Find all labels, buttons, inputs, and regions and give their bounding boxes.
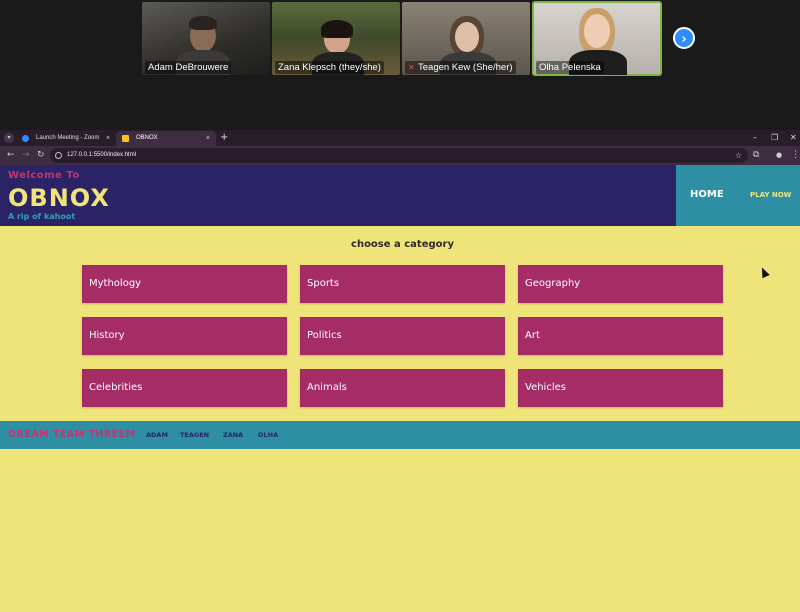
participant-tile-teagen[interactable]: ✕ Teagen Kew (She/her) [402, 2, 530, 75]
forward-icon[interactable]: → [22, 149, 30, 162]
participant-name: Adam DeBrouwere [145, 61, 232, 74]
address-bar-row: ← → ↻ 127.0.0.1:5500/index.html ☆ ⧉ ● ⋮ [0, 146, 800, 165]
tab-obnox[interactable]: OBNOX × [116, 131, 216, 146]
category-sports[interactable]: Sports [300, 265, 505, 303]
new-tab-button[interactable]: + [220, 131, 228, 145]
team-member: TEAGEN [180, 431, 210, 439]
url-text: 127.0.0.1:5500/index.html [67, 152, 137, 158]
tab-bar: ▾ Launch Meeting - Zoom × OBNOX × + – ❐ … [0, 130, 800, 146]
team-member: ZANA [223, 431, 244, 439]
nav-play-now-link[interactable]: PLAY NOW [750, 191, 791, 199]
profile-icon[interactable]: ● [776, 149, 782, 162]
obnox-favicon-icon [122, 135, 129, 142]
site-header: Welcome To OBNOX A rip of kahoot HOME PL… [0, 165, 800, 226]
category-heading: choose a category [351, 239, 454, 250]
back-icon[interactable]: ← [7, 149, 15, 162]
welcome-text: Welcome To [8, 170, 80, 181]
site-info-icon[interactable] [55, 152, 62, 159]
url-input[interactable]: 127.0.0.1:5500/index.html ☆ [50, 148, 748, 163]
close-tab-icon[interactable]: × [206, 131, 210, 146]
site-footer: DREAM TEAM THREEM ADAM TEAGEN ZANA OLHA [0, 421, 800, 449]
zoom-participant-strip: Adam DeBrouwere Zana Klepsch (they/she) … [0, 0, 800, 130]
minimize-icon[interactable]: – [753, 131, 757, 145]
extensions-icon[interactable]: ⧉ [753, 149, 759, 162]
participant-name: Zana Klepsch (they/she) [275, 61, 384, 74]
tab-zoom[interactable]: Launch Meeting - Zoom × [16, 131, 116, 146]
next-page-button[interactable]: › [673, 27, 695, 49]
obnox-page: Welcome To OBNOX A rip of kahoot HOME PL… [0, 165, 800, 612]
site-tagline: A rip of kahoot [8, 212, 76, 221]
zoom-favicon-icon [22, 135, 29, 142]
site-logo: OBNOX [8, 184, 110, 212]
team-member: OLHA [258, 431, 279, 439]
category-vehicles[interactable]: Vehicles [518, 369, 723, 407]
menu-icon[interactable]: ⋮ [791, 149, 800, 162]
browser-window: ▾ Launch Meeting - Zoom × OBNOX × + – ❐ … [0, 130, 800, 612]
category-celebrities[interactable]: Celebrities [82, 369, 287, 407]
close-tab-icon[interactable]: × [106, 131, 110, 146]
chevron-right-icon: › [681, 32, 687, 47]
category-art[interactable]: Art [518, 317, 723, 355]
participant-tile-olha[interactable]: Olha Pelenska [532, 1, 662, 76]
bookmark-star-icon[interactable]: ☆ [735, 148, 742, 163]
participant-tile-zana[interactable]: Zana Klepsch (they/she) [272, 2, 400, 75]
category-mythology[interactable]: Mythology [82, 265, 287, 303]
team-name: DREAM TEAM THREEM [8, 429, 136, 440]
tab-list-button[interactable]: ▾ [4, 133, 14, 143]
muted-mic-icon: ✕ [408, 63, 415, 72]
team-member: ADAM [146, 431, 168, 439]
participant-tile-adam[interactable]: Adam DeBrouwere [142, 2, 270, 75]
mouse-cursor-icon [758, 265, 770, 279]
category-geography[interactable]: Geography [518, 265, 723, 303]
participant-name: Olha Pelenska [536, 61, 604, 74]
chevron-down-icon: ▾ [7, 134, 11, 141]
restore-icon[interactable]: ❐ [771, 131, 778, 145]
category-history[interactable]: History [82, 317, 287, 355]
participant-name: ✕ Teagen Kew (She/her) [405, 61, 516, 74]
category-animals[interactable]: Animals [300, 369, 505, 407]
window-close-icon[interactable]: ✕ [790, 131, 797, 145]
nav-home-link[interactable]: HOME [690, 189, 724, 200]
site-nav: HOME PLAY NOW [676, 165, 800, 226]
category-politics[interactable]: Politics [300, 317, 505, 355]
reload-icon[interactable]: ↻ [37, 149, 45, 162]
participant-video [584, 14, 610, 48]
